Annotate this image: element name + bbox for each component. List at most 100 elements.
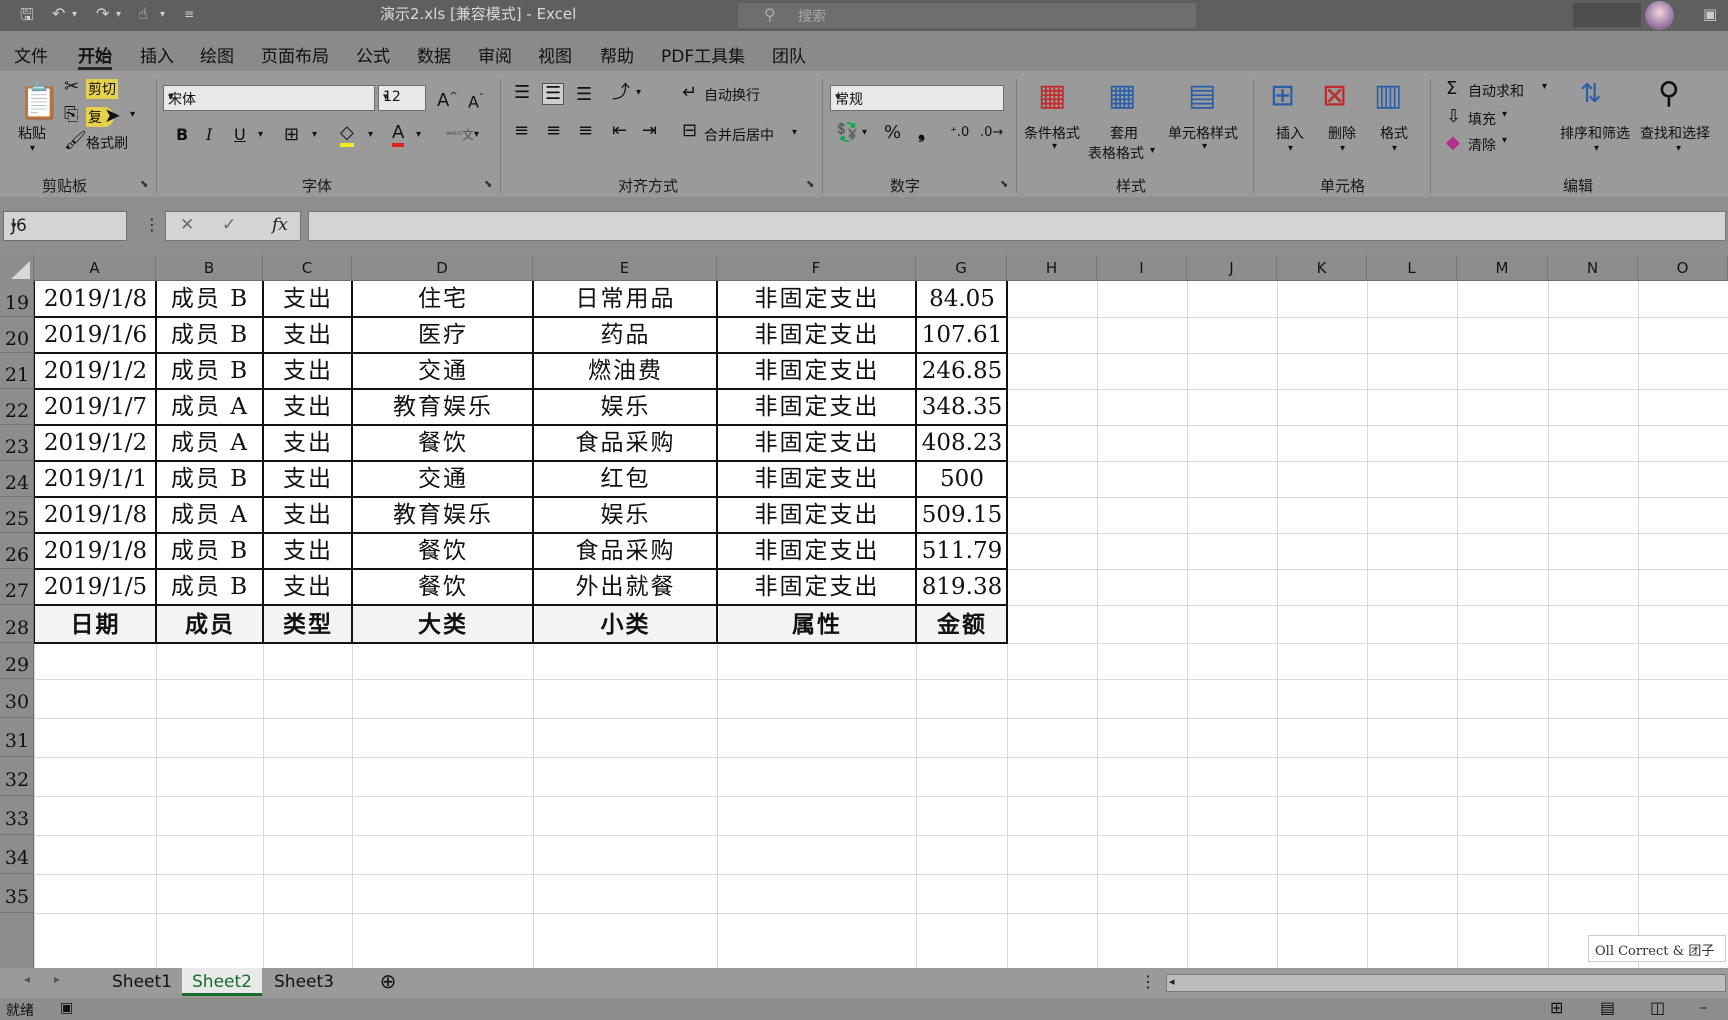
- align-center-icon[interactable]: ≡: [546, 121, 561, 141]
- tab-team[interactable]: 团队: [772, 42, 806, 67]
- row-header-33[interactable]: 33: [0, 796, 34, 835]
- autosum-button[interactable]: 自动求和: [1468, 81, 1524, 101]
- table-header-cell[interactable]: 小类: [534, 606, 717, 643]
- sheet-tab-sheet3[interactable]: Sheet3: [264, 968, 344, 996]
- table-cell[interactable]: 教育娱乐: [353, 390, 533, 425]
- cell-grid[interactable]: 2019/1/8 成员 B 支出 住宅 日常用品 非固定支出 84.05 2019/1/6 成员…: [33, 281, 1728, 968]
- redo-dropdown-icon[interactable]: ▾: [116, 9, 121, 31]
- table-cell[interactable]: 餐饮: [353, 534, 533, 569]
- number-format-box[interactable]: 常规 ▾: [830, 85, 1004, 111]
- column-header-o[interactable]: O: [1638, 255, 1728, 281]
- scroll-left-icon[interactable]: ◂: [18, 968, 36, 996]
- decrease-indent-icon[interactable]: ⇤: [612, 121, 627, 141]
- sort-dropdown-icon[interactable]: ▾: [1594, 143, 1599, 154]
- chevron-down-icon[interactable]: ▾: [168, 90, 371, 103]
- table-cell[interactable]: 2019/1/2: [35, 354, 156, 389]
- table-cell[interactable]: 非固定支出: [718, 354, 916, 389]
- table-cell[interactable]: 餐饮: [353, 426, 533, 461]
- row-header-32[interactable]: 32: [0, 757, 34, 796]
- clear-dropdown-icon[interactable]: ▾: [1502, 135, 1507, 146]
- table-cell[interactable]: 107.61: [917, 318, 1007, 353]
- scroll-right-icon[interactable]: ▸: [48, 968, 66, 996]
- column-header-c[interactable]: C: [263, 255, 352, 281]
- insert-function-icon[interactable]: fx: [272, 215, 288, 235]
- wrap-text-button[interactable]: 自动换行: [704, 85, 760, 105]
- table-cell[interactable]: 食品采购: [534, 534, 717, 569]
- more-options-icon[interactable]: ⋮: [144, 215, 160, 234]
- sheet-tab-sheet2[interactable]: Sheet2: [182, 968, 262, 996]
- format-painter-icon[interactable]: 🖌: [64, 131, 87, 151]
- cell-styles-button[interactable]: 单元格样式: [1168, 123, 1238, 143]
- table-cell[interactable]: 成员 B: [157, 570, 263, 605]
- orientation-icon[interactable]: ⤴: [612, 83, 630, 103]
- table-cell[interactable]: 餐饮: [353, 570, 533, 605]
- fill-icon[interactable]: ⇩: [1446, 107, 1461, 127]
- macro-record-icon[interactable]: ▣: [60, 1000, 73, 1016]
- find-dropdown-icon[interactable]: ▾: [1676, 143, 1681, 154]
- table-cell[interactable]: 交通: [353, 462, 533, 497]
- account-area[interactable]: [1573, 3, 1641, 27]
- find-select-button[interactable]: 查找和选择: [1640, 123, 1710, 143]
- font-size-box[interactable]: 12 ▾: [378, 85, 426, 111]
- table-cell[interactable]: 非固定支出: [718, 390, 916, 425]
- phonetic-guide-icon[interactable]: ʷᵉⁿ文: [446, 125, 474, 145]
- enter-icon[interactable]: ✓: [222, 215, 236, 235]
- autosum-dropdown-icon[interactable]: ▾: [1542, 81, 1547, 92]
- table-cell[interactable]: 成员 A: [157, 426, 263, 461]
- row-header-29[interactable]: 29: [0, 643, 34, 679]
- clipboard-launcher-icon[interactable]: ⬊: [140, 179, 148, 190]
- page-layout-view-icon[interactable]: ▤: [1600, 998, 1615, 1017]
- table-cell[interactable]: 支出: [264, 318, 352, 353]
- column-header-i[interactable]: I: [1097, 255, 1187, 281]
- table-cell[interactable]: 成员 A: [157, 390, 263, 425]
- avatar[interactable]: [1645, 1, 1674, 30]
- table-cell[interactable]: 成员 B: [157, 354, 263, 389]
- ribbon-display-icon[interactable]: ▣: [1703, 5, 1717, 23]
- zoom-out-icon[interactable]: –: [1700, 1000, 1707, 1016]
- column-header-f[interactable]: F: [717, 255, 916, 281]
- comma-style-icon[interactable]: ❟: [918, 123, 925, 143]
- table-cell[interactable]: 非固定支出: [718, 462, 916, 497]
- column-header-b[interactable]: B: [156, 255, 263, 281]
- table-cell[interactable]: 支出: [264, 462, 352, 497]
- delete-cells-icon[interactable]: ⊠: [1322, 79, 1347, 113]
- scroll-left-arrow-icon[interactable]: ◂: [1169, 975, 1175, 988]
- increase-indent-icon[interactable]: ⇥: [642, 121, 657, 141]
- row-header-24[interactable]: 24: [0, 461, 34, 497]
- table-cell[interactable]: 511.79: [917, 534, 1007, 569]
- column-header-n[interactable]: N: [1548, 255, 1638, 281]
- table-cell[interactable]: 非固定支出: [718, 318, 916, 353]
- undo-icon[interactable]: ↶: [52, 4, 65, 26]
- table-cell[interactable]: 支出: [264, 570, 352, 605]
- column-header-m[interactable]: M: [1457, 255, 1548, 281]
- table-cell[interactable]: 成员 B: [157, 462, 263, 497]
- copy-dropdown-icon[interactable]: ▾: [130, 109, 135, 120]
- currency-dropdown-icon[interactable]: ▾: [862, 127, 867, 138]
- table-header-cell[interactable]: 日期: [35, 606, 156, 643]
- chevron-down-icon[interactable]: ▾: [11, 219, 121, 232]
- table-cell[interactable]: 住宅: [353, 282, 533, 317]
- grow-font-icon[interactable]: A^: [437, 87, 458, 111]
- tab-formulas[interactable]: 公式: [356, 42, 390, 67]
- sort-filter-button[interactable]: 排序和筛选: [1560, 123, 1630, 143]
- font-color-dropdown-icon[interactable]: ▾: [416, 129, 421, 140]
- table-cell[interactable]: 2019/1/8: [35, 282, 156, 317]
- paste-dropdown-icon[interactable]: ▾: [30, 143, 35, 154]
- table-cell[interactable]: 2019/1/8: [35, 534, 156, 569]
- table-cell[interactable]: 509.15: [917, 498, 1007, 533]
- table-cell[interactable]: 娱乐: [534, 498, 717, 533]
- font-color-icon[interactable]: A: [392, 123, 405, 147]
- tab-pdf-tools[interactable]: PDF工具集: [661, 42, 745, 67]
- phonetic-dropdown-icon[interactable]: ▾: [474, 129, 479, 140]
- column-header-a[interactable]: A: [34, 255, 156, 281]
- table-cell[interactable]: 2019/1/7: [35, 390, 156, 425]
- align-right-icon[interactable]: ≡: [578, 121, 593, 141]
- copy-icon[interactable]: ⎘: [64, 105, 78, 125]
- table-cell[interactable]: 408.23: [917, 426, 1007, 461]
- borders-icon[interactable]: ⊞: [284, 125, 299, 145]
- row-header-20[interactable]: 20: [0, 317, 34, 353]
- table-cell[interactable]: 支出: [264, 498, 352, 533]
- fill-color-dropdown-icon[interactable]: ▾: [368, 129, 373, 140]
- align-middle-icon[interactable]: ☰: [542, 83, 565, 105]
- row-header-21[interactable]: 21: [0, 353, 34, 389]
